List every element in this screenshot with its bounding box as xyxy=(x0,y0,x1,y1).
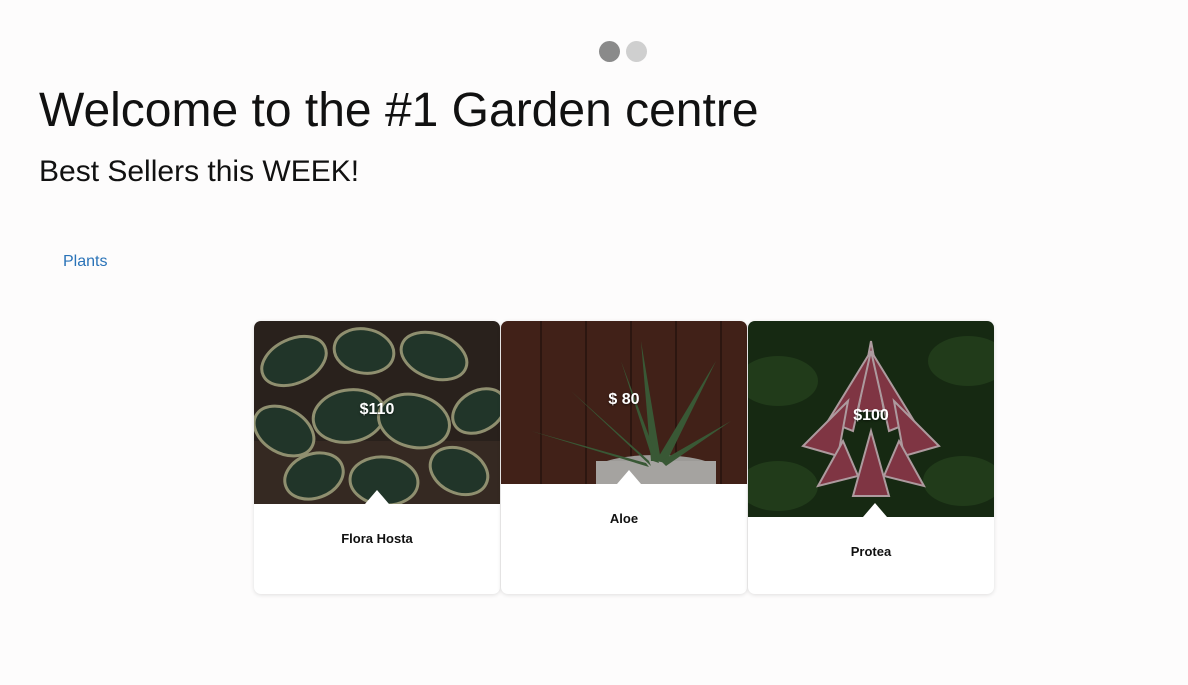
card-notch xyxy=(863,503,887,517)
product-price: $110 xyxy=(359,401,395,418)
carousel-dot-1[interactable] xyxy=(599,41,620,62)
product-name: Aloe xyxy=(609,511,639,526)
carousel-dots xyxy=(599,41,647,62)
card-notch xyxy=(617,470,641,484)
product-price: $100 xyxy=(853,407,889,424)
carousel-dot-2[interactable] xyxy=(626,41,647,62)
page: Welcome to the #1 Garden centre Best Sel… xyxy=(0,0,1188,685)
product-card-flora-hosta[interactable]: $110 Flora Hosta xyxy=(254,321,500,594)
card-notch xyxy=(365,490,389,504)
page-subtitle: Best Sellers this WEEK! xyxy=(39,155,360,188)
product-cards: $110 Flora Hosta $ 80 Aloe $100 Protea xyxy=(254,321,994,594)
product-price: $ 80 xyxy=(608,391,640,408)
product-card-aloe[interactable]: $ 80 Aloe xyxy=(501,321,747,594)
page-title: Welcome to the #1 Garden centre xyxy=(39,84,759,137)
product-card-protea[interactable]: $100 Protea xyxy=(748,321,994,594)
product-name: Protea xyxy=(850,544,892,559)
product-name: Flora Hosta xyxy=(341,531,413,546)
plants-link[interactable]: Plants xyxy=(63,253,107,271)
